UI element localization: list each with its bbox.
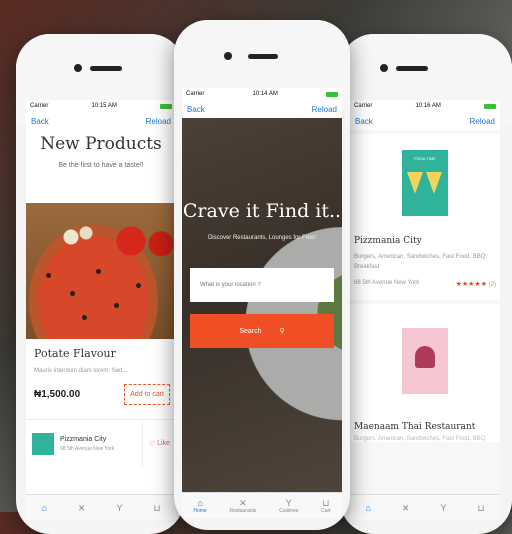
tab-label: Cuisines [279, 507, 299, 514]
phone-left: Carrier 10:15 AM Back Reload New Product… [16, 34, 184, 534]
tab-cart[interactable]: ⊔ [477, 503, 484, 513]
search-label: Search [239, 327, 262, 335]
screen-restaurants: Carrier 10:16 AM Back Reload PIZZA TIME … [350, 100, 500, 520]
restaurant-name: Pizzmania City [354, 236, 422, 246]
camera-icon [380, 64, 388, 72]
home-icon: ⌂ [365, 502, 371, 513]
nav-bar: Back Reload [350, 112, 500, 130]
tab-bar: ⌂ ✕ Y ⊔ [26, 494, 176, 520]
search-button[interactable]: Search ⚲ [190, 314, 334, 348]
home-icon: ⌂ [197, 497, 203, 508]
list-item[interactable]: Maenaam Thai Restaurant Burgers, America… [350, 304, 500, 442]
back-button[interactable]: Back [355, 117, 373, 126]
heart-icon: ♡ [148, 440, 158, 448]
tab-restaurants[interactable]: ✕ Restaurants [229, 498, 256, 514]
cake-icon [415, 346, 435, 368]
speaker-icon [396, 66, 428, 71]
status-time: 10:14 AM [252, 91, 278, 97]
battery-icon [325, 91, 338, 97]
tab-restaurants[interactable]: ✕ [78, 503, 86, 513]
tab-cuisines[interactable]: Y [440, 503, 446, 513]
product-description: Mauris interdum diam lorem. Sed... [34, 368, 128, 374]
restaurant-name: Maenaam Thai Restaurant [354, 422, 476, 432]
home-icon: ⌂ [41, 502, 47, 513]
cutlery-icon: ✕ [401, 502, 410, 513]
carrier-label: Carrier [186, 91, 205, 97]
like-label: Like [157, 440, 170, 447]
nav-bar: Back Reload [26, 112, 176, 130]
tab-home[interactable]: ⌂ [41, 503, 46, 513]
cart-icon: ⊔ [322, 497, 330, 508]
cart-icon: ⊔ [153, 502, 161, 513]
rating-count: (2) [488, 282, 496, 288]
like-button[interactable]: ♡ Like [141, 420, 170, 467]
tab-cuisines[interactable]: Y [116, 503, 122, 513]
cocktail-icon: Y [440, 502, 447, 513]
status-bar: Carrier 10:14 AM [182, 88, 342, 100]
cutlery-icon: ✕ [77, 502, 86, 513]
status-bar: Carrier 10:15 AM [26, 100, 176, 112]
tab-home[interactable]: ⌂ [365, 503, 370, 513]
product-name: Potate Flavour [34, 347, 116, 360]
restaurant-tags: Burgers, American, Sandwiches, Fast Food… [354, 436, 486, 442]
reload-button[interactable]: Reload [312, 105, 337, 114]
hero-background [182, 118, 342, 492]
restaurant-card[interactable]: Pizzmania City 68 5th Avenue New York ♡ … [26, 419, 176, 467]
cart-icon: ⊔ [477, 502, 485, 513]
speaker-icon [248, 54, 278, 59]
battery-icon [159, 103, 172, 109]
speaker-icon [90, 66, 122, 71]
nav-bar: Back Reload [182, 100, 342, 118]
add-to-cart-button[interactable]: Add to cart [124, 384, 170, 405]
tab-cart[interactable]: ⊔ Cart [321, 498, 330, 514]
phone-right: Carrier 10:16 AM Back Reload PIZZA TIME … [340, 34, 512, 534]
battery-icon [483, 103, 496, 109]
product-image[interactable] [26, 203, 176, 339]
tab-label: Home [193, 507, 207, 514]
camera-icon [74, 64, 82, 72]
list-item[interactable]: PIZZA TIME Pizzmania City Burgers, Ameri… [350, 134, 500, 300]
tab-label: Cart [321, 507, 331, 514]
restaurant-list: PIZZA TIME Pizzmania City Burgers, Ameri… [350, 130, 500, 494]
page-title: New Products [40, 134, 162, 154]
screen-home: Carrier 10:14 AM Back Reload Crave it Fi… [182, 88, 342, 518]
reload-button[interactable]: Reload [146, 117, 171, 126]
back-button[interactable]: Back [31, 117, 49, 126]
restaurant-logo [402, 328, 448, 394]
product-price: ₦1,500.00 [34, 389, 81, 400]
restaurant-logo: PIZZA TIME [402, 150, 448, 216]
restaurant-tags: Burgers, American, Sandwiches, Fast Food… [354, 254, 488, 270]
phone-center: Carrier 10:14 AM Back Reload Crave it Fi… [174, 20, 350, 530]
tab-restaurants[interactable]: ✕ [402, 503, 410, 513]
status-bar: Carrier 10:16 AM [350, 100, 500, 112]
back-button[interactable]: Back [187, 105, 205, 114]
page-subtitle: Be the first to have a taste!! [58, 162, 144, 169]
reload-button[interactable]: Reload [470, 117, 495, 126]
hero-tagline: Discover Restaurants, Lounges for Free! [207, 235, 317, 241]
carrier-label: Carrier [354, 103, 373, 109]
restaurant-name: Pizzmania City [60, 435, 107, 443]
tab-cart[interactable]: ⊔ [153, 503, 160, 513]
camera-icon [224, 52, 232, 60]
status-time: 10:15 AM [91, 103, 117, 109]
restaurant-address: 68 5th Avenue New York [354, 280, 420, 286]
cocktail-icon: Y [285, 497, 292, 508]
restaurant-logo [32, 432, 54, 455]
tab-cuisines[interactable]: Y Cuisines [279, 498, 298, 514]
tab-home[interactable]: ⌂ Home [193, 498, 206, 514]
cutlery-icon: ✕ [239, 497, 247, 508]
search-icon: ⚲ [279, 328, 285, 335]
tab-bar: ⌂ Home ✕ Restaurants Y Cuisines ⊔ Cart [182, 492, 342, 518]
rating-stars: ★★★★★ [455, 281, 487, 288]
cocktail-icon: Y [116, 502, 123, 513]
carrier-label: Carrier [30, 103, 49, 109]
tab-label: Restaurants [229, 507, 257, 514]
hero-headline: Crave it Find it.. [182, 200, 342, 222]
tab-bar: ⌂ ✕ Y ⊔ [350, 494, 500, 520]
status-time: 10:16 AM [415, 103, 441, 109]
restaurant-address: 68 5th Avenue New York [60, 445, 115, 452]
logo-text: PIZZA TIME [414, 156, 436, 161]
location-input[interactable] [190, 268, 334, 302]
screen-new-products: Carrier 10:15 AM Back Reload New Product… [26, 100, 176, 520]
